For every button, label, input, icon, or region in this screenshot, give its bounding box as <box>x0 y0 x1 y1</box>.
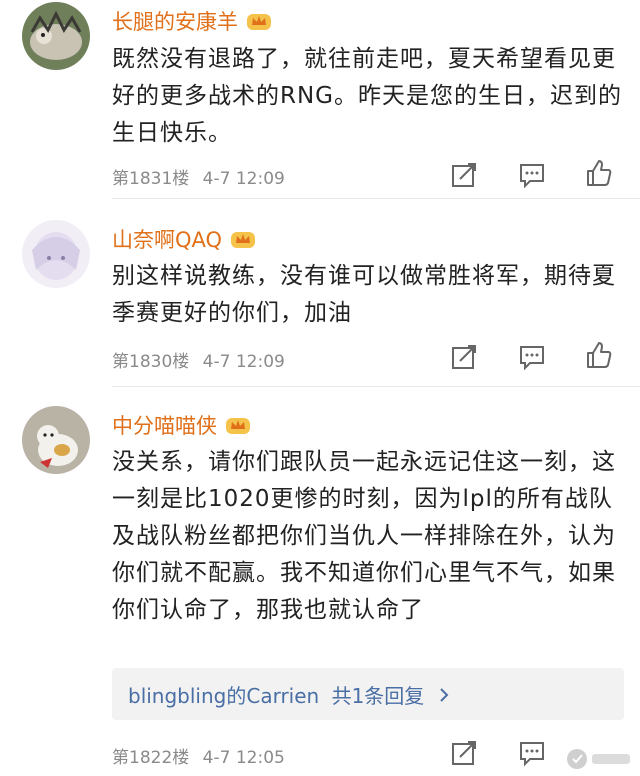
floor-number: 第1830楼 <box>112 352 190 372</box>
divider <box>112 386 640 387</box>
comment-item: 山奈啊QAQ 别这样说教练，没有谁可以做常胜将军，期待夏季赛更好的你们，加油 第… <box>0 200 640 390</box>
reply-count[interactable]: 共1条回复 <box>332 684 425 708</box>
comment-meta: 第1831楼 4-7 12:09 <box>112 164 285 189</box>
comment-item: 长腿的安康羊 既然没有退路了，就往前走吧，夏天希望看见更好的更多战术的RNG。昨… <box>0 0 640 200</box>
comment-icon[interactable] <box>517 160 547 190</box>
reply-preview[interactable]: blingbling的Carrien 共1条回复 <box>112 668 624 720</box>
chevron-right-icon <box>439 684 449 708</box>
floor-number: 第1831楼 <box>112 169 190 189</box>
share-icon[interactable] <box>450 160 480 190</box>
comment-item: 中分喵喵侠 没关系，请你们跟队员一起永远记住这一刻，这一刻是比1020更惨的时刻… <box>0 390 640 776</box>
share-icon[interactable] <box>450 342 480 372</box>
comment-content: 既然没有退路了，就往前走吧，夏天希望看见更好的更多战术的RNG。昨天是您的生日，… <box>112 46 623 146</box>
reply-link[interactable]: blingbling的Carrien 共1条回复 <box>128 680 449 709</box>
vip-crown-icon <box>246 10 272 32</box>
floor-number: 第1822楼 <box>112 748 190 768</box>
comment-time: 4-7 12:09 <box>202 169 285 189</box>
comment-username[interactable]: 山奈啊QAQ <box>112 224 256 254</box>
comment-time: 4-7 12:09 <box>202 352 285 372</box>
comment-username[interactable]: 中分喵喵侠 <box>112 410 251 440</box>
like-icon[interactable] <box>584 158 614 188</box>
username-text[interactable]: 中分喵喵侠 <box>112 410 217 440</box>
comment-content: 别这样说教练，没有谁可以做常胜将军，期待夏季赛更好的你们，加油 <box>112 263 616 326</box>
comment-content: 没关系，请你们跟队员一起永远记住这一刻，这一刻是比1020更惨的时刻，因为lpl… <box>112 449 616 623</box>
comment-meta: 第1830楼 4-7 12:09 <box>112 347 285 372</box>
avatar[interactable] <box>22 220 90 288</box>
avatar[interactable] <box>22 2 90 70</box>
comment-icon[interactable] <box>517 342 547 372</box>
watermark-logo <box>564 746 634 772</box>
comment-meta: 第1822楼 4-7 12:05 <box>112 743 285 768</box>
reply-author[interactable]: blingbling的Carrien <box>128 684 319 708</box>
vip-crown-icon <box>230 228 256 250</box>
comment-icon[interactable] <box>517 738 547 768</box>
username-text[interactable]: 长腿的安康羊 <box>112 6 238 36</box>
like-icon[interactable] <box>584 340 614 370</box>
divider <box>112 198 640 199</box>
comment-username[interactable]: 长腿的安康羊 <box>112 6 272 36</box>
share-icon[interactable] <box>450 738 480 768</box>
comment-time: 4-7 12:05 <box>202 748 285 768</box>
avatar[interactable] <box>22 406 90 474</box>
username-text[interactable]: 山奈啊QAQ <box>112 224 222 254</box>
vip-crown-icon <box>225 414 251 436</box>
